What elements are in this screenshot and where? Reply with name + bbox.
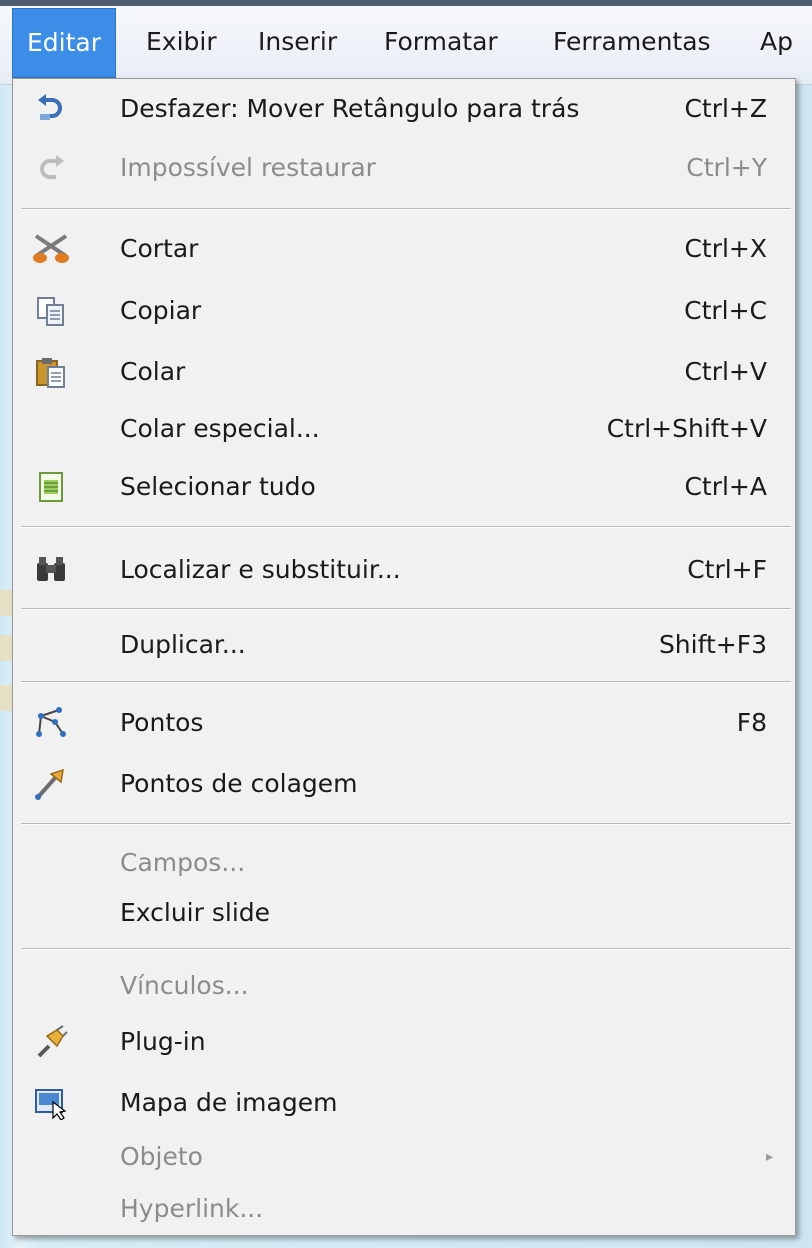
menu-item-label: Plug-in: [120, 1027, 206, 1056]
menu-item-plugin[interactable]: Plug-in: [13, 1014, 795, 1070]
menu-item-label: Selecionar tudo: [120, 472, 316, 501]
menu-item-label: Mapa de imagem: [120, 1088, 338, 1117]
select-all-icon: [31, 467, 71, 507]
points-icon: [31, 703, 71, 743]
window-top-edge: [0, 0, 812, 6]
menu-separator: [21, 526, 791, 528]
menu-formatar[interactable]: Formatar: [384, 8, 498, 76]
menu-item-objeto[interactable]: Objeto ▸: [13, 1129, 795, 1185]
menu-item-label: Pontos: [120, 708, 204, 737]
menu-ap[interactable]: Ap: [760, 8, 793, 76]
menu-item-shortcut: Ctrl+F: [687, 555, 767, 584]
paste-icon: [31, 352, 71, 392]
edit-menu-dropdown: Desfazer: Mover Retângulo para trás Ctrl…: [12, 78, 796, 1236]
menu-item-shortcut: Ctrl+X: [684, 234, 767, 263]
menu-item-shortcut: Ctrl+Y: [686, 153, 767, 182]
menu-item-label: Colar: [120, 357, 186, 386]
image-map-icon: [31, 1083, 71, 1123]
menu-item-hyperlink[interactable]: Hyperlink...: [13, 1181, 795, 1237]
menu-item-label: Cortar: [120, 234, 199, 263]
menu-item-localizar-substituir[interactable]: Localizar e substituir... Ctrl+F: [13, 542, 795, 598]
menu-item-shortcut: Ctrl+V: [684, 357, 767, 386]
menu-item-label: Hyperlink...: [120, 1194, 264, 1223]
menu-exibir[interactable]: Exibir: [146, 8, 217, 76]
menu-item-vinculos[interactable]: Vínculos...: [13, 958, 795, 1014]
submenu-arrow-icon: ▸: [765, 1149, 773, 1165]
menu-item-colar-especial[interactable]: Colar especial... Ctrl+Shift+V: [13, 401, 795, 457]
menu-item-copiar[interactable]: Copiar Ctrl+C: [13, 283, 795, 339]
undo-icon: [31, 89, 71, 129]
menu-separator: [21, 681, 791, 683]
menu-item-shortcut: Ctrl+C: [684, 296, 767, 325]
menu-item-label: Desfazer: Mover Retângulo para trás: [120, 94, 580, 123]
menu-item-label: Impossível restaurar: [120, 153, 376, 182]
menu-item-label: Excluir slide: [120, 898, 271, 927]
menu-separator: [21, 208, 791, 210]
menu-item-shortcut: F8: [736, 708, 767, 737]
binoculars-icon: [31, 550, 71, 590]
redo-icon: [31, 148, 71, 188]
menu-separator: [21, 823, 791, 825]
menu-inserir[interactable]: Inserir: [258, 8, 337, 76]
menu-separator: [21, 608, 791, 610]
menu-item-cortar[interactable]: Cortar Ctrl+X: [13, 221, 795, 277]
menu-item-mapa-imagem[interactable]: Mapa de imagem: [13, 1075, 795, 1131]
menu-item-label: Campos...: [120, 848, 246, 877]
menu-editar[interactable]: Editar: [12, 8, 117, 78]
menu-item-shortcut: Shift+F3: [658, 630, 767, 659]
plugin-icon: [31, 1022, 71, 1062]
menu-bar: Editar Exibir Inserir Formatar Ferrament…: [0, 0, 812, 85]
menu-item-shortcut: Ctrl+A: [684, 472, 767, 501]
menu-item-colar[interactable]: Colar Ctrl+V: [13, 344, 795, 400]
menu-item-duplicar[interactable]: Duplicar... Shift+F3: [13, 617, 795, 673]
menu-item-pontos-colagem[interactable]: Pontos de colagem: [13, 756, 795, 812]
menu-item-label: Copiar: [120, 296, 202, 325]
menu-item-label: Pontos de colagem: [120, 769, 358, 798]
menu-item-shortcut: Ctrl+Z: [684, 94, 767, 123]
menu-item-shortcut: Ctrl+Shift+V: [606, 414, 767, 443]
copy-icon: [31, 291, 71, 331]
menu-item-label: Localizar e substituir...: [120, 555, 401, 584]
scissors-icon: [31, 229, 71, 269]
menu-item-selecionar-tudo[interactable]: Selecionar tudo Ctrl+A: [13, 459, 795, 515]
menu-ferramentas[interactable]: Ferramentas: [553, 8, 711, 76]
menu-item-label: Objeto: [120, 1142, 203, 1171]
menu-item-campos[interactable]: Campos...: [13, 835, 795, 891]
menu-item-label: Colar especial...: [120, 414, 320, 443]
menu-item-pontos[interactable]: Pontos F8: [13, 695, 795, 751]
menu-item-desfazer[interactable]: Desfazer: Mover Retângulo para trás Ctrl…: [13, 81, 795, 137]
menu-item-label: Duplicar...: [120, 630, 246, 659]
menu-separator: [21, 948, 791, 950]
menu-item-restaurar[interactable]: Impossível restaurar Ctrl+Y: [13, 140, 795, 196]
glue-points-icon: [31, 764, 71, 804]
menu-item-label: Vínculos...: [120, 971, 249, 1000]
menu-item-excluir-slide[interactable]: Excluir slide: [13, 885, 795, 941]
